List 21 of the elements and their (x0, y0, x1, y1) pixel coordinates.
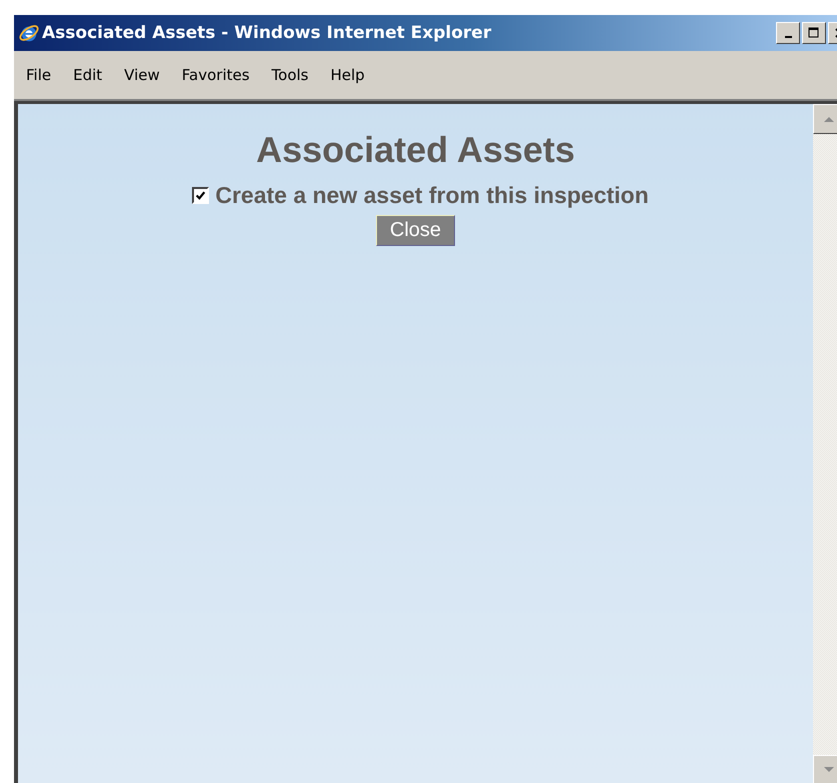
menu-item[interactable]: Help (324, 66, 375, 84)
menu-item[interactable]: File (20, 66, 62, 84)
browser-logo-icon (18, 22, 40, 44)
minimize-icon (784, 36, 792, 38)
close-button[interactable]: Close (376, 215, 456, 246)
menu-item[interactable]: Tools (266, 66, 318, 84)
checkbox[interactable] (192, 187, 210, 204)
menu-item[interactable]: View (118, 66, 170, 84)
down-arrow-icon (822, 766, 836, 774)
check-mark-icon (195, 190, 206, 201)
menu-item[interactable]: Favorites (176, 66, 260, 84)
up-arrow-icon (822, 115, 836, 123)
menu-item[interactable]: Edit (67, 66, 112, 84)
maximize-button[interactable] (802, 22, 826, 44)
scroll-down-button[interactable] (813, 755, 837, 783)
scroll-up-button[interactable] (813, 104, 837, 134)
page-heading: Associated Assets (256, 130, 575, 170)
window-title: Associated Assets - Windows Internet Explorer (42, 23, 492, 43)
minimize-button[interactable] (776, 22, 800, 44)
checkbox-label: Create a new asset from this inspection (215, 182, 649, 209)
scrollbar[interactable] (813, 104, 837, 783)
